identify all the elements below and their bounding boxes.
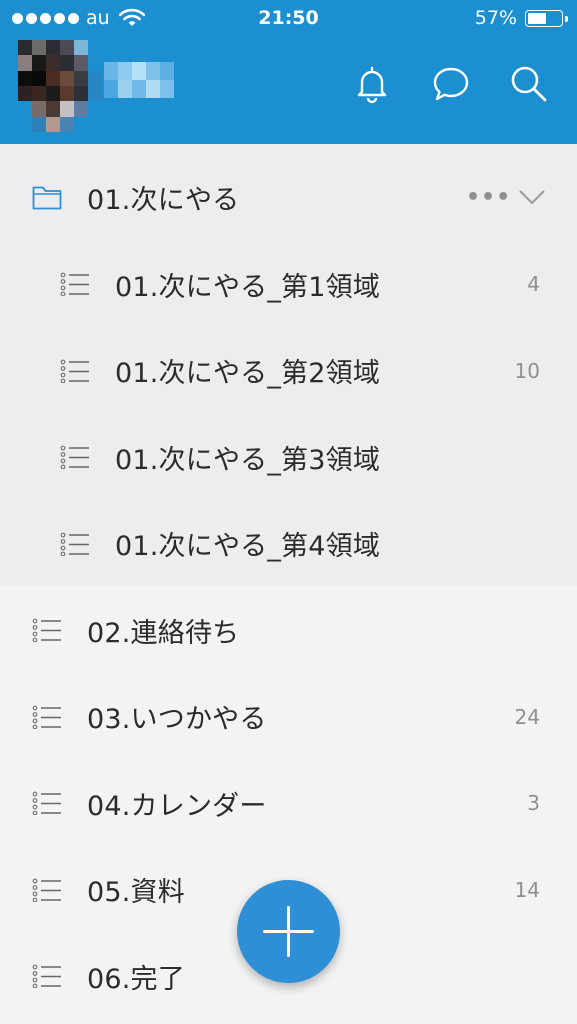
list-icon (32, 705, 61, 729)
list-item-count: 14 (514, 877, 540, 902)
list-icon (32, 618, 61, 642)
list-item-child-3[interactable]: 01.次にやる_第3領域 (0, 414, 577, 500)
chevron-down-icon[interactable] (518, 188, 546, 206)
list-item-child-4[interactable]: 01.次にやる_第4領域 (0, 501, 577, 587)
list-item-label: 04.カレンダー (87, 790, 267, 822)
avatar[interactable] (18, 40, 102, 132)
list-icon (60, 359, 89, 383)
list-item-label: 03.いつかやる (87, 704, 267, 735)
list-icon (32, 964, 61, 988)
list-icon (60, 532, 89, 556)
app-header: au 21:50 57% (0, 0, 577, 144)
list-icon (32, 878, 61, 902)
bell-icon[interactable] (352, 64, 392, 104)
list-item-count: 4 (527, 272, 540, 296)
list-item-label: 06.完了 (87, 963, 185, 995)
list-item-label: 05.資料 (87, 877, 185, 908)
folder-icon (32, 186, 62, 210)
list-item-4[interactable]: 04.カレンダー 3 (0, 760, 577, 846)
search-icon[interactable] (509, 64, 549, 104)
chat-bubble-icon[interactable] (431, 64, 471, 104)
list-item-count: 3 (527, 791, 540, 815)
list-item-label: 01.次にやる_第1領域 (115, 271, 381, 303)
list-item-child-2[interactable]: 01.次にやる_第2領域 10 (0, 328, 577, 414)
list-icon (60, 445, 89, 469)
battery-icon (525, 10, 568, 27)
list-item-count: 10 (514, 358, 540, 383)
list-item-3[interactable]: 03.いつかやる 24 (0, 674, 577, 760)
list-icon (60, 272, 89, 296)
battery-percent: 57% (474, 7, 517, 29)
list-item-count: 24 (514, 704, 540, 729)
more-icon[interactable]: ••• (466, 185, 511, 210)
status-bar: au 21:50 57% (0, 0, 577, 38)
list-icon (32, 791, 61, 815)
folder-row[interactable]: 01.次にやる ••• (0, 154, 577, 240)
list-item-label: 01.次にやる_第3領域 (115, 444, 381, 476)
folder-label: 01.次にやる (87, 184, 240, 216)
list-item-child-1[interactable]: 01.次にやる_第1領域 4 (0, 241, 577, 327)
list-item-2[interactable]: 02.連絡待ち (0, 587, 577, 673)
list-item-label: 01.次にやる_第2領域 (115, 358, 381, 389)
add-button[interactable] (237, 880, 340, 983)
user-name (104, 62, 174, 98)
list-item-label: 01.次にやる_第4領域 (115, 531, 381, 562)
list-item-label: 02.連絡待ち (87, 617, 240, 649)
